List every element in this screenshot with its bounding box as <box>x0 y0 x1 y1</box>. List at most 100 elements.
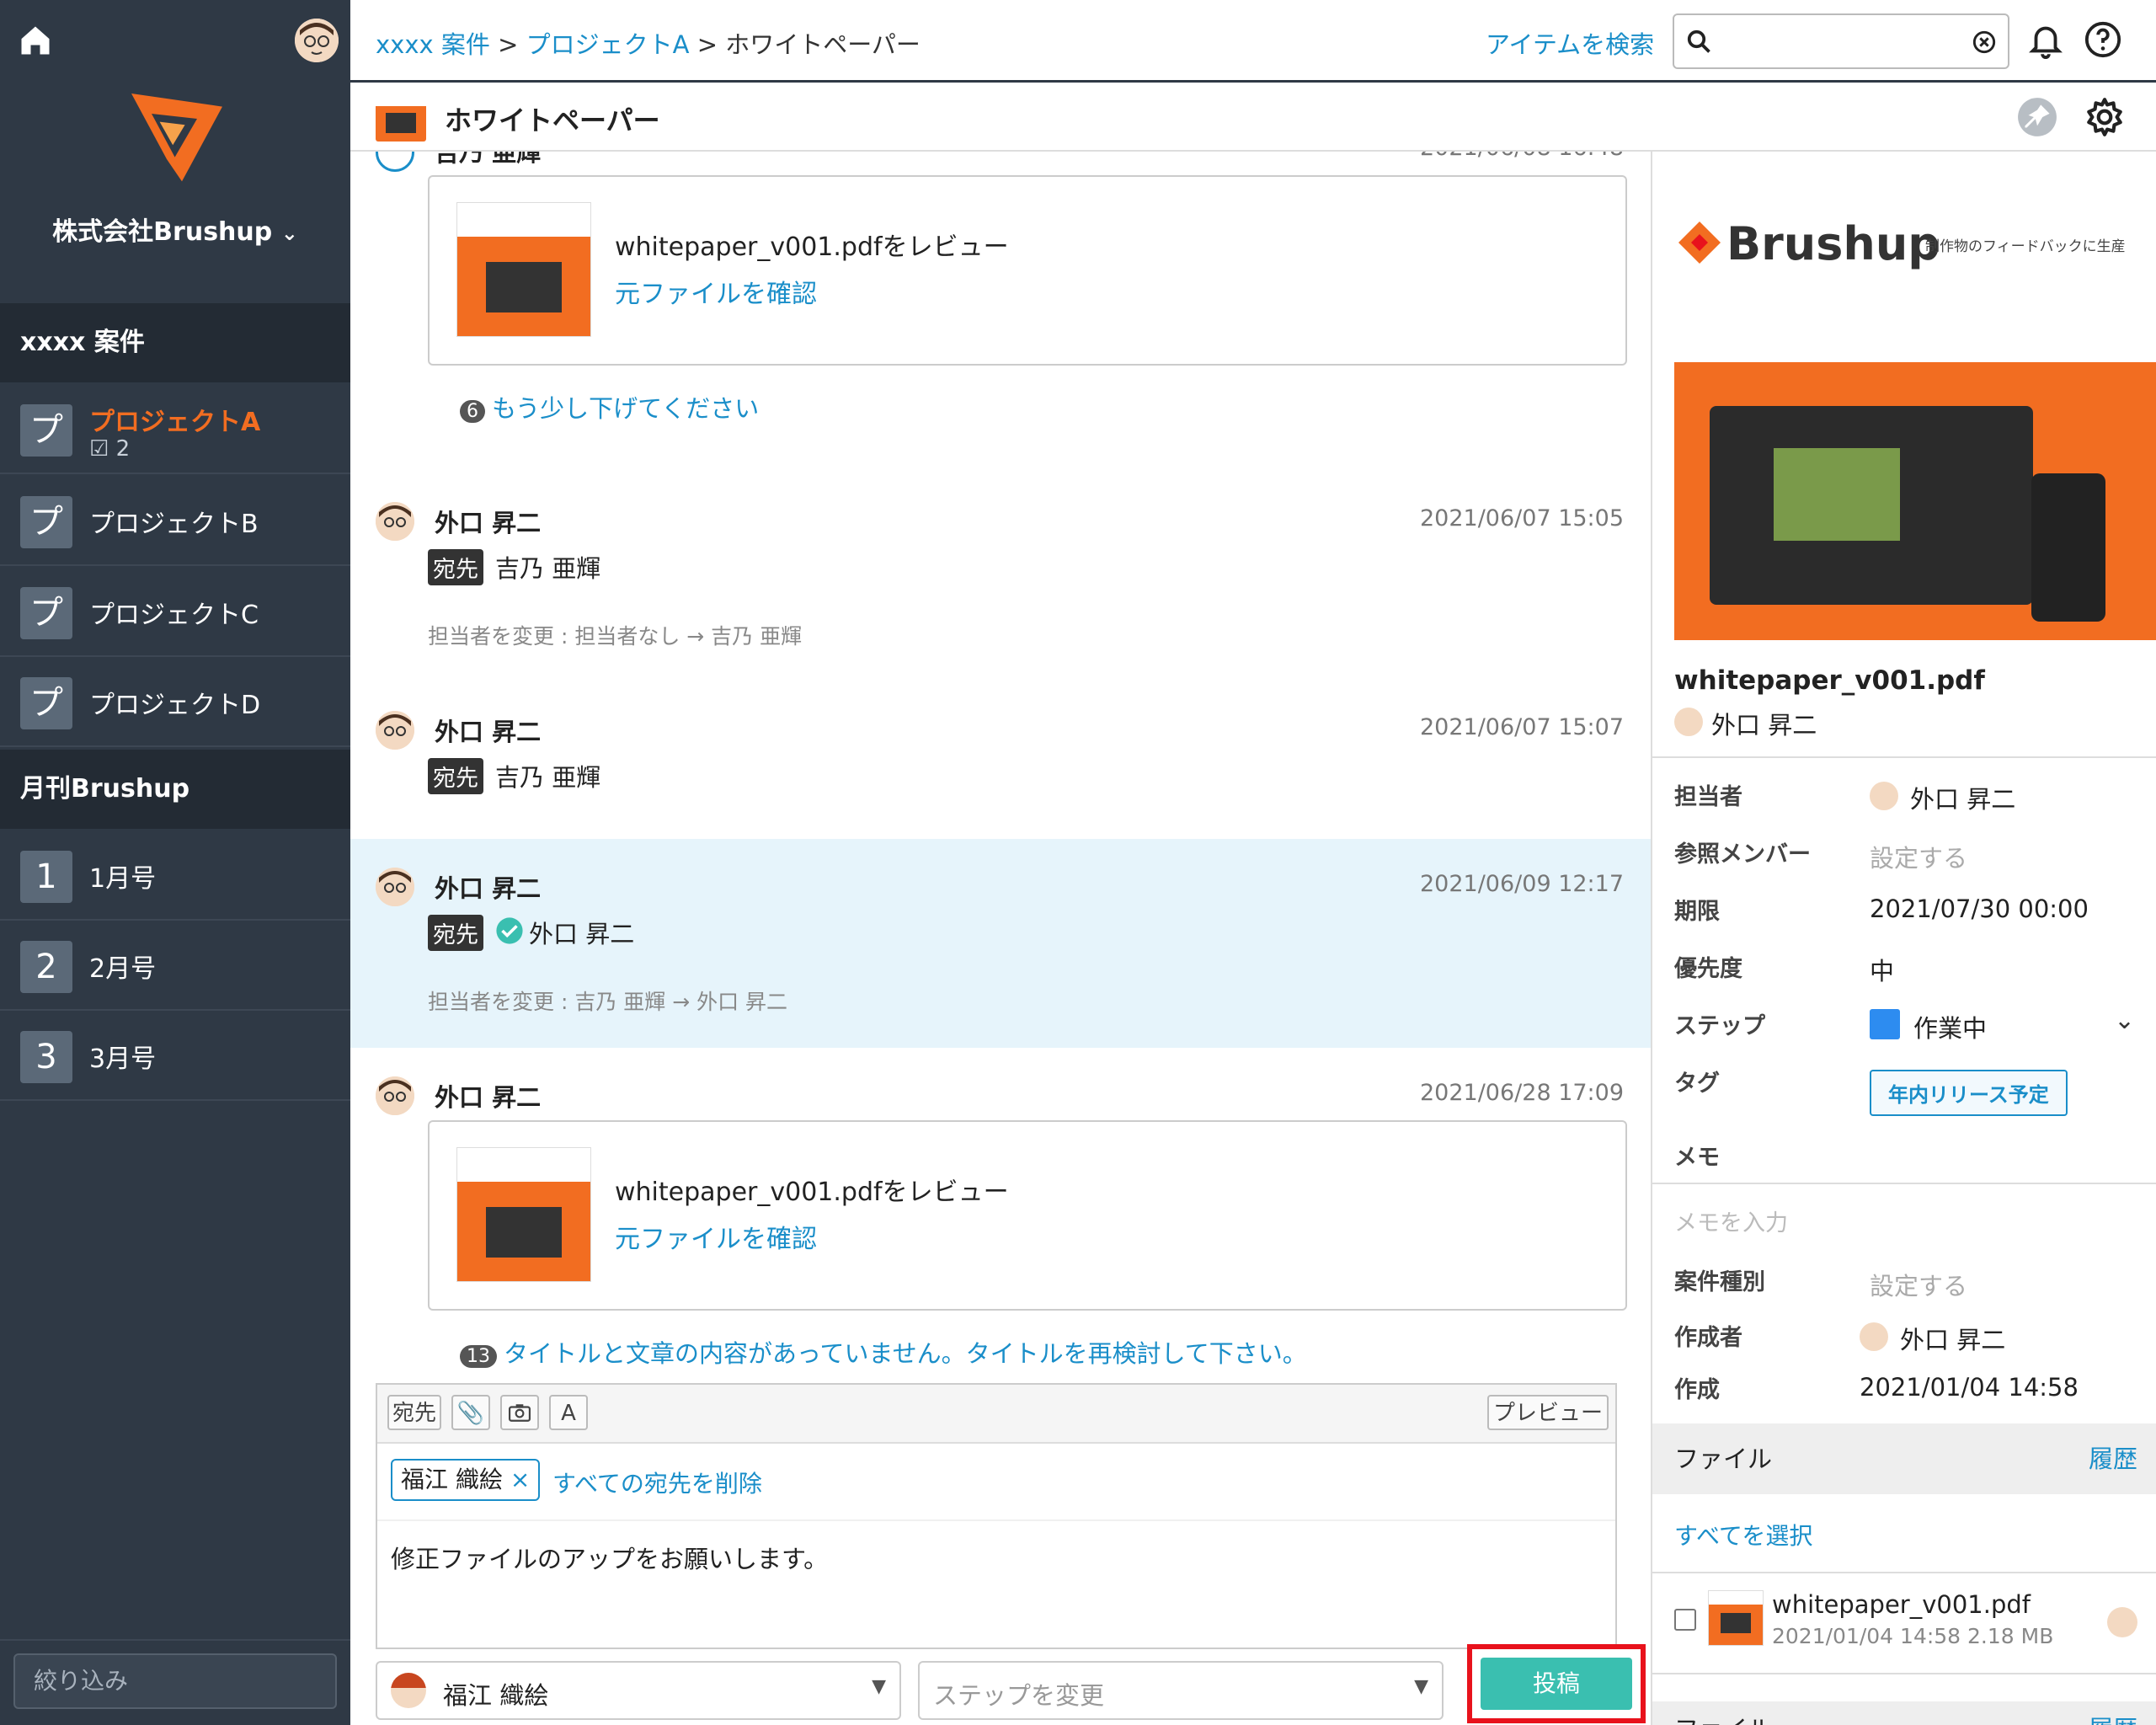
file-review-card[interactable]: whitepaper_v001.pdfをレビュー 元ファイルを確認 <box>428 1120 1627 1311</box>
comment-text: タイトルと文章の内容があっていません。タイトルを再検討して下さい。 <box>504 1339 1307 1368</box>
checkbox-icon: ☑ <box>89 436 109 462</box>
destination-name: 外口 昇二 <box>529 920 635 948</box>
paperclip-icon[interactable]: 📎 <box>451 1395 490 1430</box>
entry-date: 2021/06/09 12:17 <box>1420 871 1625 897</box>
due-value[interactable]: 2021/07/30 00:00 <box>1870 895 2089 923</box>
file-name: whitepaper_v001.pdf <box>1674 665 1985 696</box>
destination-chip[interactable]: 福江 織絵 × <box>391 1459 541 1501</box>
search-icon <box>1687 29 1710 53</box>
assignee-select[interactable]: 福江 織絵 ▼ <box>376 1661 901 1720</box>
entry-date: 2021/06/28 17:09 <box>1420 1080 1625 1106</box>
item-search-link[interactable]: アイテムを検索 <box>1486 25 1654 61</box>
filter-input[interactable]: 絞り込み <box>13 1653 337 1709</box>
memo-label: メモ <box>1674 1145 1720 1171</box>
chevron-down-icon[interactable]: ⌄ <box>2114 1006 2135 1035</box>
destination-name: 吉乃 亜輝 <box>495 763 601 792</box>
divider <box>1652 1673 2156 1674</box>
file-row-meta: 2021/01/04 14:58 2.18 MB <box>1772 1624 2054 1648</box>
file-preview[interactable]: Brushup 制作物のフィードバックに生産 <box>1674 175 2156 640</box>
file-review-card[interactable]: whitepaper_v001.pdfをレビュー 元ファイルを確認 <box>428 175 1627 366</box>
avatar <box>2107 1607 2137 1637</box>
laptop-image <box>1710 406 2033 605</box>
project-icon: プ <box>20 677 72 729</box>
step-value[interactable]: 作業中 <box>1913 1009 1987 1044</box>
clear-destinations-link[interactable]: すべての宛先を削除 <box>552 1466 762 1499</box>
gear-icon[interactable] <box>2084 96 2126 138</box>
view-original-link[interactable]: 元ファイルを確認 <box>615 1218 817 1255</box>
breadcrumb-current: ホワイトペーパー <box>725 30 921 59</box>
dropdown-arrow-icon: ▼ <box>1414 1676 1428 1697</box>
avatar <box>391 1673 426 1708</box>
sidebar-item-project-b[interactable]: プ プロジェクトB <box>0 476 350 566</box>
preview-button[interactable]: プレビュー <box>1487 1395 1609 1430</box>
destination-badge: 宛先 <box>428 549 483 585</box>
kind-value[interactable]: 設定する <box>1870 1267 1967 1302</box>
tag-chip[interactable]: 年内リリース予定 <box>1870 1070 2068 1116</box>
files-title: ファイル <box>1674 1445 1773 1473</box>
destination-name: 吉乃 亜輝 <box>495 554 601 583</box>
pin-icon[interactable] <box>2016 96 2058 138</box>
avatar <box>1860 1322 1888 1351</box>
sidebar-item-issue-2[interactable]: 2 2月号 <box>0 921 350 1011</box>
entry-author: 外口 昇二 <box>435 874 542 903</box>
comment-textarea[interactable]: 修正ファイルのアップをお願いします。 <box>391 1540 828 1575</box>
comment-number: 6 <box>460 400 485 423</box>
history-link[interactable]: 履歴 <box>2089 1423 2137 1494</box>
breadcrumb-link[interactable]: xxxx 案件 <box>376 30 490 59</box>
select-all-link[interactable]: すべてを選択 <box>1674 1518 1812 1551</box>
members-value[interactable]: 設定する <box>1870 839 1967 874</box>
bell-icon[interactable] <box>2026 20 2065 59</box>
sidebar-item-issue-1[interactable]: 1 1月号 <box>0 830 350 921</box>
clear-icon[interactable] <box>1972 30 1996 54</box>
file-thumbnail <box>456 202 591 337</box>
entry-author: 外口 昇二 <box>435 718 542 746</box>
comment-link[interactable]: 13 タイトルと文章の内容があっていません。タイトルを再検討して下さい。 <box>460 1334 1307 1370</box>
divider <box>0 1639 350 1641</box>
text-format-button[interactable]: A <box>549 1395 588 1430</box>
page-title: ホワイトペーパー <box>445 104 660 136</box>
assignee-value[interactable]: 外口 昇二 <box>1910 780 2015 815</box>
top-bar: xxxx 案件 > プロジェクトA > ホワイトペーパー アイテムを検索 <box>350 0 2156 83</box>
post-button[interactable]: 投稿 <box>1481 1658 1632 1710</box>
created-value: 2021/01/04 14:58 <box>1860 1373 2079 1402</box>
task-count-value: 2 <box>115 436 131 462</box>
remove-destination-icon[interactable]: × <box>510 1466 530 1493</box>
comment-link[interactable]: 6 もう少し下げてください <box>460 389 759 425</box>
section-header-monthly[interactable]: 月刊Brushup <box>0 750 350 829</box>
home-icon[interactable] <box>17 22 54 59</box>
avatar[interactable] <box>295 19 339 62</box>
search-input[interactable] <box>1673 13 2009 69</box>
editor-toolbar: 宛先 📎 A プレビュー <box>377 1385 1615 1444</box>
breadcrumb-link[interactable]: プロジェクトA <box>526 30 690 59</box>
destination-button[interactable]: 宛先 <box>387 1395 441 1430</box>
kind-label: 案件種別 <box>1674 1269 1765 1295</box>
company-selector[interactable]: 株式会社Brushup ⌄ <box>0 211 350 248</box>
item-title-bar: ホワイトペーパー <box>350 83 2156 152</box>
project-icon: プ <box>20 587 72 639</box>
sidebar-item-issue-3[interactable]: 3 3月号 <box>0 1011 350 1101</box>
help-icon[interactable] <box>2084 20 2122 59</box>
sidebar-item-project-d[interactable]: プ プロジェクトD <box>0 657 350 747</box>
entry-author: 吉乃 亜輝 <box>435 152 542 167</box>
due-label: 期限 <box>1674 899 1720 925</box>
section-header-xxxx[interactable]: xxxx 案件 <box>0 303 350 382</box>
view-original-link[interactable]: 元ファイルを確認 <box>615 273 817 310</box>
divider <box>377 1519 1615 1521</box>
divider <box>1652 756 2156 758</box>
files-section-header-partial: ファイル 履歴 <box>1652 1701 2156 1725</box>
company-name: 株式会社Brushup <box>52 217 273 247</box>
memo-input[interactable]: メモを入力 <box>1674 1204 1788 1237</box>
creator-value: 外口 昇二 <box>1900 1326 2006 1354</box>
preview-tagline: 制作物のフィードバックに生産 <box>1925 238 2126 255</box>
file-checkbox[interactable] <box>1674 1609 1696 1631</box>
priority-value[interactable]: 中 <box>1870 952 1894 987</box>
issue-icon: 1 <box>20 851 72 903</box>
sidebar-item-project-c[interactable]: プ プロジェクトC <box>0 567 350 657</box>
step-select[interactable]: ステップを変更 ▼ <box>918 1661 1444 1720</box>
camera-icon[interactable] <box>500 1395 539 1430</box>
file-row-name[interactable]: whitepaper_v001.pdf <box>1772 1590 2031 1619</box>
history-link[interactable]: 履歴 <box>2089 1710 2137 1725</box>
file-thumbnail[interactable] <box>1708 1590 1764 1646</box>
post-button-highlight: 投稿 <box>1467 1644 1646 1723</box>
sidebar-item-project-a[interactable]: プ プロジェクトA ☑ 2 <box>0 384 350 474</box>
